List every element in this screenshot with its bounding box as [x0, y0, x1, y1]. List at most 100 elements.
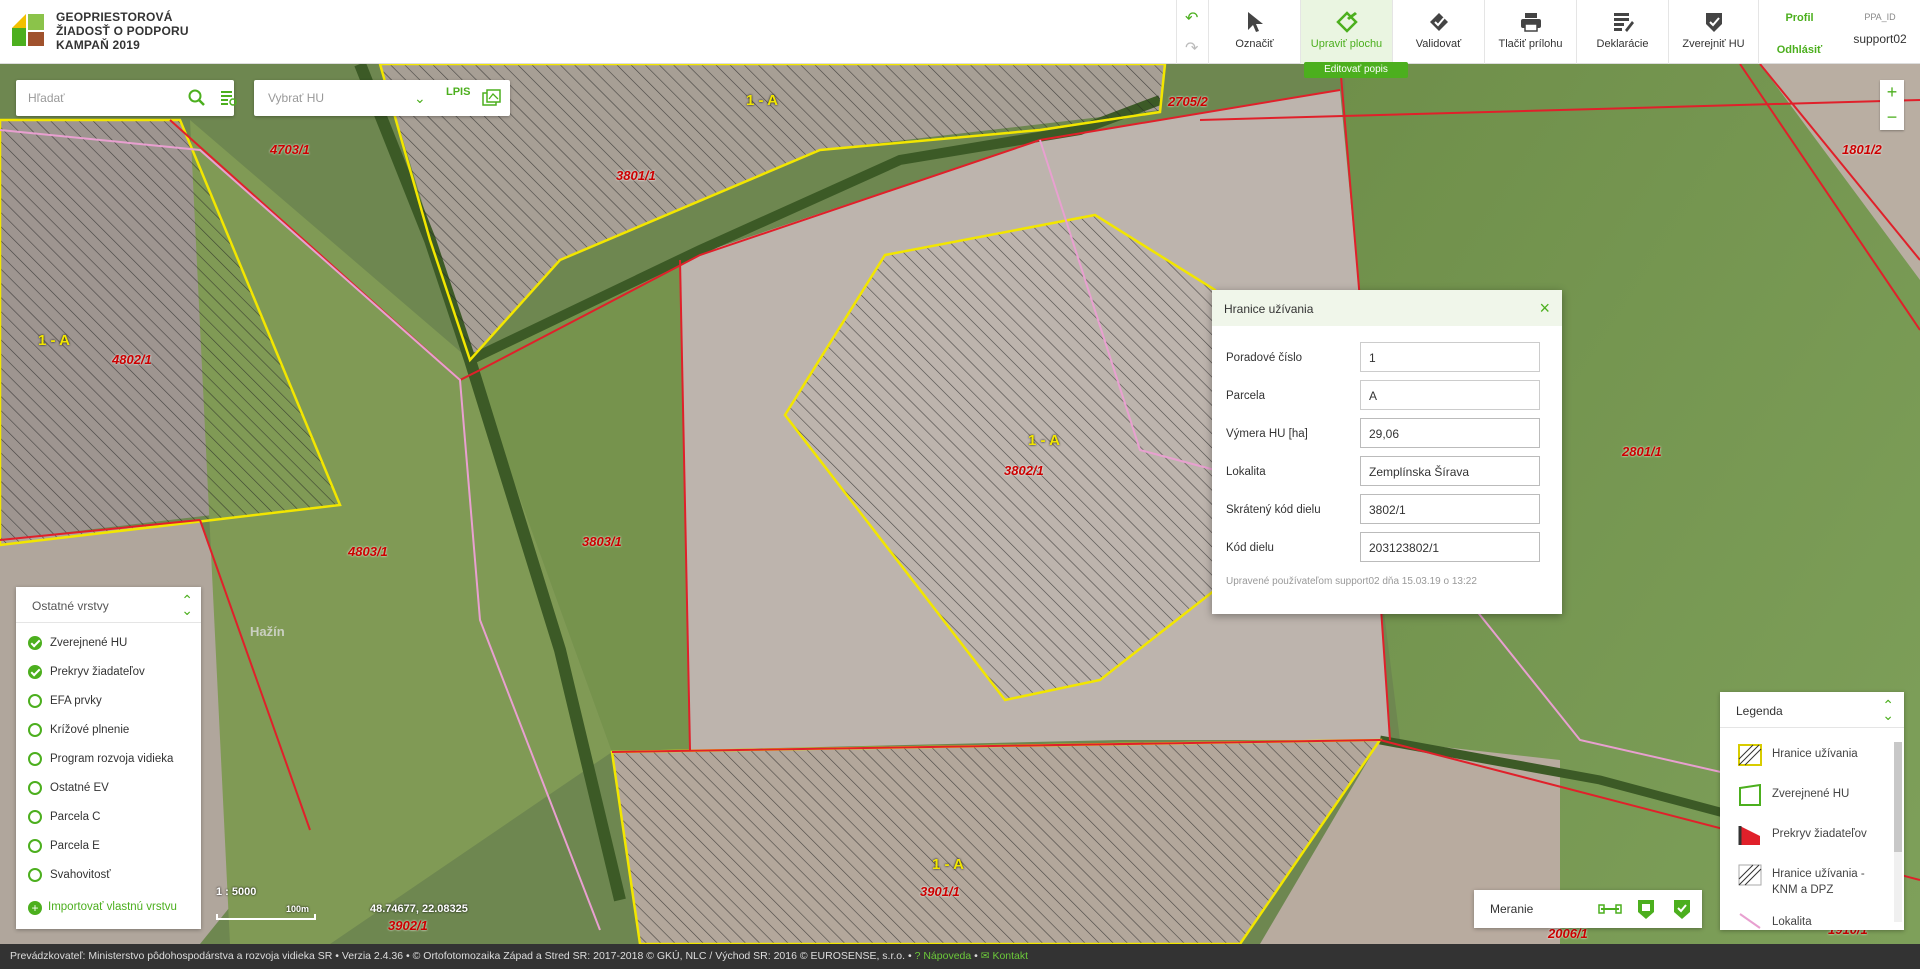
tool-label: Validovať: [1415, 38, 1462, 50]
field-label: Parcela: [1226, 390, 1265, 402]
layers-panel-header[interactable]: Ostatné vrstvy ⌃ ⌄: [16, 587, 201, 623]
field-label: Výmera HU [ha]: [1226, 428, 1308, 440]
scale-bar: [216, 914, 316, 920]
app-title-line: ŽIADOSŤ O PODPORU: [56, 24, 189, 38]
unchecked-icon: [28, 810, 42, 824]
map-canvas[interactable]: 4703/1 3801/1 2705/2 1801/2 4802/1 3802/…: [0, 64, 1920, 944]
field-row: Lokalita Zemplínska Šírava: [1226, 456, 1540, 488]
footer-info: Prevádzkovateľ: Ministerstvo pôdohospodá…: [10, 950, 912, 962]
layer-label: EFA prvky: [50, 695, 102, 707]
zoom-control: + −: [1880, 80, 1904, 130]
measure-distance-icon[interactable]: [1598, 898, 1622, 920]
field-row: Výmera HU [ha] 29,06: [1226, 418, 1540, 450]
app-logo: [12, 14, 44, 46]
checked-icon: [28, 665, 42, 679]
collapse-icon[interactable]: ⌃ ⌄: [181, 593, 193, 617]
field-label: Poradové číslo: [1226, 352, 1303, 364]
locality-field: Zemplínska Šírava: [1360, 456, 1540, 486]
tool-label: Tlačiť prílohu: [1498, 38, 1563, 50]
layer-label: Krížové plnenie: [50, 724, 130, 736]
search-icon[interactable]: [188, 89, 206, 107]
hu-select[interactable]: Vybrať HU ⌄ LPIS: [254, 80, 510, 116]
tool-print-button[interactable]: Tlačiť prílohu: [1484, 0, 1576, 64]
pink-line-swatch-icon: [1739, 913, 1761, 929]
checked-icon: [28, 636, 42, 650]
field-label: Skrátený kód dielu: [1226, 504, 1321, 516]
hu-label: 1 - A: [38, 332, 70, 349]
parcel-label: 3803/1: [582, 534, 622, 549]
cursor-coordinates: 48.74677, 22.08325: [370, 903, 468, 915]
map-scale: 1 : 5000 100m: [216, 886, 316, 920]
legend-scrollbar[interactable]: [1894, 742, 1902, 922]
undo-redo-group: ↶ ↷: [1176, 0, 1208, 64]
legend-item: Lokalita: [1738, 906, 1888, 930]
logout-link[interactable]: Odhlásiť: [1759, 44, 1840, 56]
zoom-out-icon[interactable]: −: [1880, 105, 1904, 130]
legend-item: Zverejnené HU: [1738, 778, 1888, 814]
unchecked-icon: [28, 868, 42, 882]
redo-icon[interactable]: ↷: [1185, 38, 1198, 58]
user-info: PPA_ID support02: [1840, 0, 1920, 64]
import-layer-button[interactable]: + Importovať vlastnú vrstvu: [28, 901, 177, 915]
layer-label: Prekryv žiadateľov: [50, 666, 145, 678]
measure-area-icon[interactable]: [1634, 898, 1658, 920]
profile-link[interactable]: Profil: [1759, 12, 1840, 24]
unchecked-icon: [28, 723, 42, 737]
search-input[interactable]: Hľadať: [16, 80, 237, 116]
measure-clear-icon[interactable]: [1670, 898, 1694, 920]
parcel-label: 2006/1: [1548, 926, 1588, 941]
layer-label: Zverejnené HU: [50, 637, 128, 649]
popup-edit-info: Upravené používateľom support02 dňa 15.0…: [1226, 576, 1477, 587]
tool-label: Zverejniť HU: [1682, 38, 1745, 50]
parcel-label: 2801/1: [1622, 444, 1662, 459]
plus-icon: +: [28, 901, 42, 915]
chevron-down-icon[interactable]: ⌄: [414, 90, 426, 107]
edit-description-tooltip[interactable]: Editovať popis: [1304, 62, 1408, 78]
field-row: Poradové číslo 1: [1226, 342, 1540, 374]
tool-edit-area-button[interactable]: Upraviť plochu: [1300, 0, 1392, 64]
unchecked-icon: [28, 694, 42, 708]
parcel-label: 1801/2: [1842, 142, 1882, 157]
search-placeholder: Hľadať: [28, 91, 65, 105]
close-icon[interactable]: ×: [1539, 298, 1550, 319]
contact-link[interactable]: Kontakt: [992, 950, 1028, 962]
layers-icon[interactable]: [482, 89, 502, 107]
zoom-in-icon[interactable]: +: [1880, 80, 1904, 105]
area-field: 29,06: [1360, 418, 1540, 448]
edit-area-icon: [1335, 11, 1358, 33]
lpis-toggle[interactable]: LPIS: [446, 86, 470, 98]
parcel-label: 4802/1: [112, 352, 152, 367]
field-row: Skrátený kód dielu 3802/1: [1226, 494, 1540, 526]
app-title: GEOPRIESTOROVÁ ŽIADOSŤ O PODPORU KAMPAŇ …: [56, 10, 189, 52]
measure-toolbar: Meranie: [1474, 890, 1702, 928]
advanced-search-icon[interactable]: [220, 89, 238, 107]
undo-icon[interactable]: ↶: [1185, 8, 1198, 28]
order-number-field[interactable]: 1: [1360, 342, 1540, 372]
print-icon: [1520, 13, 1541, 32]
layer-label: Ostatné EV: [50, 782, 109, 794]
help-link[interactable]: Nápoveda: [923, 950, 971, 962]
collapse-icon[interactable]: ⌃ ⌄: [1882, 698, 1894, 722]
tool-publish-button[interactable]: Zverejniť HU: [1668, 0, 1758, 64]
legend-scrollbar-thumb[interactable]: [1894, 742, 1902, 852]
hu-label: 1 - A: [1028, 432, 1060, 449]
parcel-field[interactable]: A: [1360, 380, 1540, 410]
block-code-field: 203123802/1: [1360, 532, 1540, 562]
tool-validate-button[interactable]: Validovať: [1392, 0, 1484, 64]
footer-bar: Prevádzkovateľ: Ministerstvo pôdohospodá…: [0, 944, 1920, 969]
green-outline-swatch-icon: [1739, 784, 1761, 806]
layers-panel-title: Ostatné vrstvy: [32, 599, 109, 613]
unchecked-icon: [28, 781, 42, 795]
app-title-line: GEOPRIESTOROVÁ: [56, 10, 173, 24]
parcel-label: 3802/1: [1004, 463, 1044, 478]
username: support02: [1853, 32, 1907, 46]
legend-header[interactable]: Legenda ⌃ ⌄: [1720, 692, 1904, 728]
top-header: GEOPRIESTOROVÁ ŽIADOSŤ O PODPORU KAMPAŇ …: [0, 0, 1920, 64]
validate-icon: [1429, 13, 1448, 31]
unchecked-icon: [28, 839, 42, 853]
hatched-grey-swatch-icon: [1738, 864, 1762, 886]
tool-declarations-button[interactable]: Deklarácie: [1576, 0, 1668, 64]
short-block-code-field: 3802/1: [1360, 494, 1540, 524]
tool-select-button[interactable]: Označiť: [1208, 0, 1300, 64]
layer-label: Program rozvoja vidieka: [50, 753, 174, 765]
